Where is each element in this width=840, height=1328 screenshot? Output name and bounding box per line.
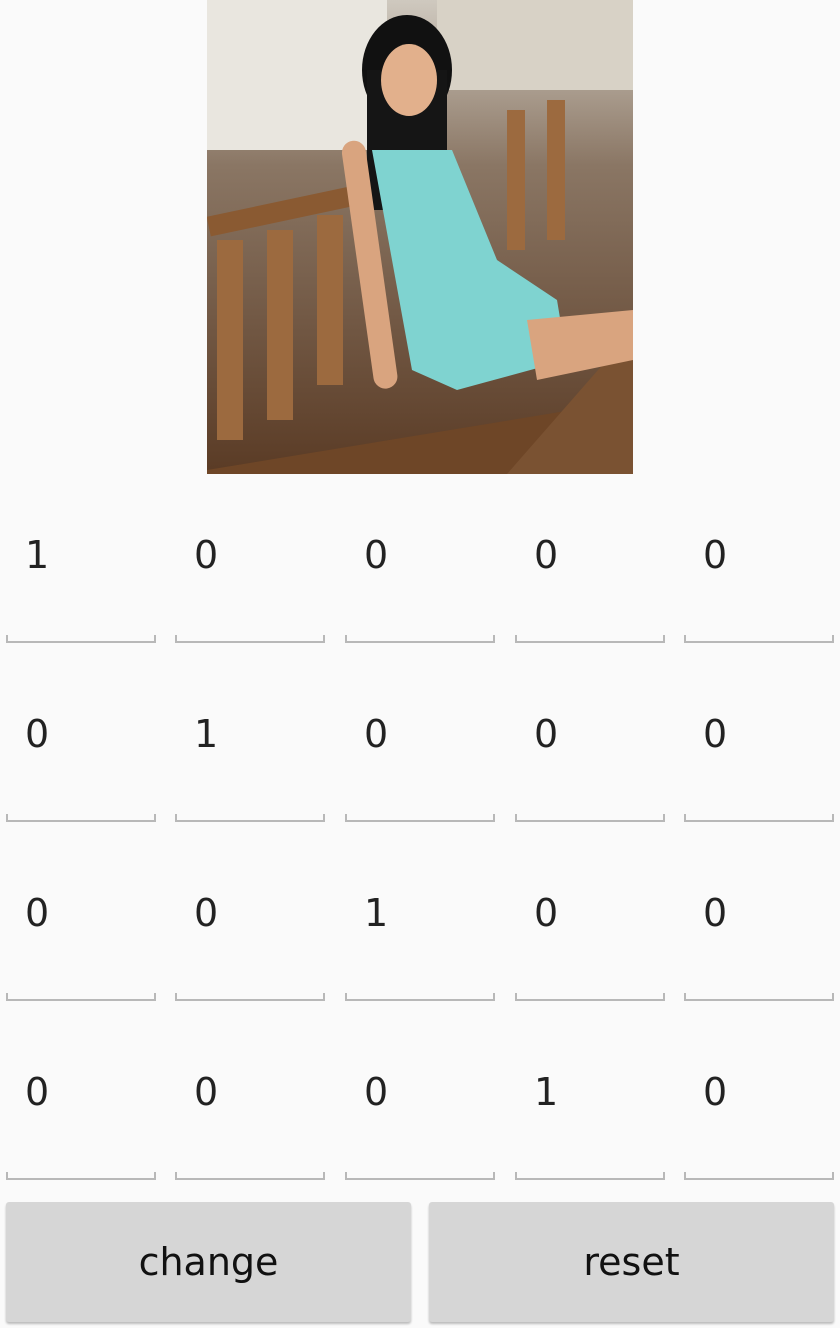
field-underline [684, 814, 834, 822]
matrix-field[interactable]: 1 [6, 474, 156, 653]
matrix-row-4: 0 0 0 1 0 [0, 1011, 840, 1190]
matrix-field[interactable]: 0 [684, 653, 834, 832]
change-button[interactable]: change [6, 1202, 411, 1322]
matrix-field[interactable]: 0 [6, 832, 156, 1011]
field-underline [684, 1172, 834, 1180]
field-underline [6, 993, 156, 1001]
matrix-row-3: 0 0 1 0 0 [0, 832, 840, 1011]
field-underline [6, 814, 156, 822]
matrix-field[interactable]: 0 [6, 653, 156, 832]
matrix-value: 0 [194, 891, 219, 935]
matrix-value: 0 [364, 1070, 389, 1114]
matrix-value: 0 [703, 533, 728, 577]
matrix-value: 0 [25, 712, 50, 756]
field-underline [6, 1172, 156, 1180]
matrix-field[interactable]: 0 [684, 832, 834, 1011]
matrix-value: 0 [703, 1070, 728, 1114]
matrix-field[interactable]: 0 [515, 832, 665, 1011]
matrix-row-2: 0 1 0 0 0 [0, 653, 840, 832]
field-underline [175, 993, 325, 1001]
matrix-value: 0 [364, 712, 389, 756]
field-underline [515, 814, 665, 822]
matrix-row-1: 1 0 0 0 0 [0, 474, 840, 653]
matrix-field[interactable]: 0 [345, 653, 495, 832]
field-underline [345, 635, 495, 643]
matrix-value: 0 [534, 891, 559, 935]
field-underline [515, 1172, 665, 1180]
field-underline [684, 635, 834, 643]
matrix-value: 0 [194, 1070, 219, 1114]
matrix-field[interactable]: 0 [345, 1011, 495, 1190]
field-underline [515, 993, 665, 1001]
field-underline [175, 1172, 325, 1180]
field-underline [175, 635, 325, 643]
matrix-field[interactable]: 1 [515, 1011, 665, 1190]
field-underline [345, 1172, 495, 1180]
matrix-value: 0 [703, 712, 728, 756]
matrix-field[interactable]: 1 [175, 653, 325, 832]
matrix-value: 1 [364, 891, 389, 935]
matrix-value: 0 [194, 533, 219, 577]
reset-button[interactable]: reset [429, 1202, 834, 1322]
matrix-field[interactable]: 0 [684, 474, 834, 653]
matrix-value: 0 [534, 712, 559, 756]
matrix-field[interactable]: 0 [515, 474, 665, 653]
matrix-field[interactable]: 0 [6, 1011, 156, 1190]
field-underline [345, 814, 495, 822]
matrix-field[interactable]: 0 [684, 1011, 834, 1190]
matrix-value: 0 [25, 1070, 50, 1114]
matrix-value: 0 [703, 891, 728, 935]
matrix-field[interactable]: 0 [175, 832, 325, 1011]
matrix-field[interactable]: 1 [345, 832, 495, 1011]
matrix-value: 0 [25, 891, 50, 935]
matrix-field[interactable]: 0 [175, 474, 325, 653]
field-underline [6, 635, 156, 643]
matrix-field[interactable]: 0 [515, 653, 665, 832]
matrix-value: 0 [534, 533, 559, 577]
matrix-value: 1 [25, 533, 50, 577]
photo-image [207, 0, 633, 474]
matrix-field[interactable]: 0 [175, 1011, 325, 1190]
field-underline [175, 814, 325, 822]
matrix-value: 0 [364, 533, 389, 577]
field-underline [345, 993, 495, 1001]
matrix-value: 1 [194, 712, 219, 756]
matrix-field[interactable]: 0 [345, 474, 495, 653]
color-matrix-grid: 1 0 0 0 0 0 1 0 0 0 0 0 1 0 0 0 0 0 1 0 [0, 474, 840, 1190]
field-underline [684, 993, 834, 1001]
matrix-value: 1 [534, 1070, 559, 1114]
field-underline [515, 635, 665, 643]
